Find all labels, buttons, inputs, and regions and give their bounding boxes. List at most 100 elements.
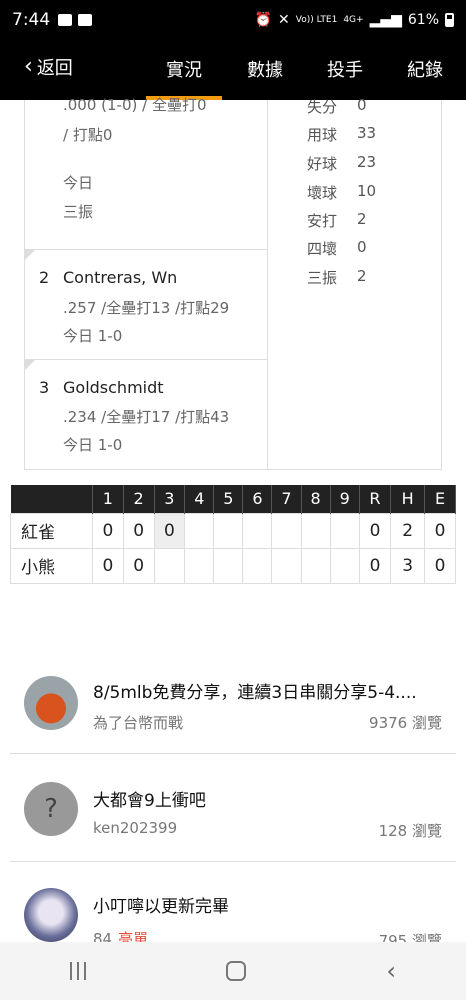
stat-label: 用球 xyxy=(307,126,338,144)
corner-marker xyxy=(25,360,35,370)
back-nav-icon[interactable]: ‹ xyxy=(386,957,396,985)
mute-icon: ✕ xyxy=(278,12,290,28)
recent-apps-button[interactable] xyxy=(70,962,87,980)
scoreboard-row-home: 小熊 0 0 0 3 0 xyxy=(10,547,456,584)
battery-percent: 61% xyxy=(407,12,439,28)
tab-stats[interactable]: 數據 xyxy=(247,56,283,82)
stat-value: 10 xyxy=(357,182,377,200)
header-cell: R xyxy=(359,485,392,513)
score-cell xyxy=(242,547,273,584)
errors-cell: 0 xyxy=(424,512,456,549)
header-cell: E xyxy=(424,485,456,513)
stat-value: 2 xyxy=(357,267,367,285)
post-views: 128 瀏覽 xyxy=(378,822,442,840)
post-item[interactable]: ? 大都會9上衝吧 ken202399 128 瀏覽 xyxy=(10,754,456,862)
stat-value: 33 xyxy=(357,124,377,142)
post-author: ken202399 xyxy=(93,819,178,837)
top-nav: ‹ 返回 實況 數據 投手 紀錄 xyxy=(0,40,466,100)
post-item[interactable]: 小叮嚀以更新完畢 84 亮單 795 瀏覽 xyxy=(10,862,456,952)
stat-value: 0 xyxy=(357,238,367,256)
system-nav-bar: ‹ xyxy=(0,942,466,1000)
stat-label: 壞球 xyxy=(307,184,338,202)
batter-name: Goldschmidt xyxy=(63,378,164,397)
score-cell: 0 xyxy=(122,547,155,584)
score-cell xyxy=(300,547,331,584)
check-icon xyxy=(78,14,93,26)
stat-value: 23 xyxy=(357,153,377,171)
batter-order: 2 xyxy=(39,268,50,287)
batter-today-label: 今日 xyxy=(63,174,94,192)
tab-pitcher[interactable]: 投手 xyxy=(327,56,363,82)
batter-season-stats: .000 (1-0) / 全壘打0 xyxy=(63,96,207,114)
score-cell xyxy=(300,512,331,549)
team-name: 小熊 xyxy=(10,547,93,584)
post-item[interactable]: 8/5mlb免費分享，連續3日串關分享5-4.... 為了台幣而戰 9376 瀏… xyxy=(10,654,456,754)
status-time: 7:44 xyxy=(12,10,51,30)
stat-label: 安打 xyxy=(307,212,338,230)
pitcher-stat-row: 用球 33 xyxy=(307,124,376,145)
tab-live[interactable]: 實況 xyxy=(146,56,222,100)
score-cell-current: 0 xyxy=(153,512,186,549)
pitcher-stat-row: 安打 2 xyxy=(307,210,367,231)
chevron-left-icon: ‹ xyxy=(24,54,33,79)
corner-marker xyxy=(25,250,35,260)
score-cell xyxy=(242,512,273,549)
batter-rbi: / 打點0 xyxy=(63,126,113,144)
header-cell: 4 xyxy=(184,485,215,513)
signal-icon: ▂▄▆ xyxy=(369,12,402,28)
stat-label: 失分 xyxy=(307,98,338,116)
header-cell: 2 xyxy=(123,485,155,513)
score-cell xyxy=(153,547,186,584)
post-title[interactable]: 小叮嚀以更新完畢 xyxy=(93,892,229,917)
stat-value: 0 xyxy=(357,96,367,114)
pitcher-stat-row: 壞球 10 xyxy=(307,182,376,203)
batter-season-stats: .257 /全壘打13 /打點29 xyxy=(63,299,230,317)
batter-item[interactable]: 2 Contreras, Wn .257 /全壘打13 /打點29 今日 1-0 xyxy=(25,250,268,360)
runs-cell: 0 xyxy=(358,512,392,549)
batter-list: .000 (1-0) / 全壘打0 / 打點0 今日 三振 2 Contrera… xyxy=(25,96,268,469)
tab-record[interactable]: 紀錄 xyxy=(407,56,443,82)
batter-item[interactable]: .000 (1-0) / 全壘打0 / 打點0 今日 三振 xyxy=(25,96,268,250)
stat-label: 三振 xyxy=(307,269,338,287)
hits-cell: 3 xyxy=(390,547,426,584)
header-cell: 7 xyxy=(271,485,302,513)
score-cell: 0 xyxy=(122,512,155,549)
header-cell: H xyxy=(390,485,426,513)
stat-label: 好球 xyxy=(307,155,338,173)
batter-item[interactable]: 3 Goldschmidt .234 /全壘打17 /打點43 今日 1-0 xyxy=(25,360,268,469)
battery-icon xyxy=(445,13,454,27)
header-cell: 5 xyxy=(213,485,244,513)
avatar-car xyxy=(24,676,78,730)
scoreboard-header: 1 2 3 4 5 6 7 8 9 R H E xyxy=(10,485,456,513)
back-button[interactable]: ‹ 返回 xyxy=(24,54,73,80)
post-title[interactable]: 大都會9上衝吧 xyxy=(93,786,206,811)
avatar-anime xyxy=(24,888,78,942)
stat-label: 四壞 xyxy=(307,240,338,258)
scoreboard: 1 2 3 4 5 6 7 8 9 R H E 紅雀 0 0 0 0 2 0 小… xyxy=(10,485,456,584)
batter-today: 今日 1-0 xyxy=(63,436,123,454)
team-name: 紅雀 xyxy=(10,512,93,549)
batter-today-result: 三振 xyxy=(63,203,94,221)
score-cell xyxy=(329,512,360,549)
batter-season-stats: .234 /全壘打17 /打點43 xyxy=(63,408,230,426)
hits-cell: 2 xyxy=(390,512,426,549)
pitcher-stat-row: 四壞 0 xyxy=(307,238,367,259)
header-cell: 3 xyxy=(154,485,186,513)
score-cell xyxy=(271,547,302,584)
score-cell xyxy=(184,512,215,549)
post-views: 9376 瀏覽 xyxy=(369,714,442,732)
matchup-card: .000 (1-0) / 全壘打0 / 打點0 今日 三振 2 Contrera… xyxy=(24,96,442,470)
score-cell: 0 xyxy=(92,512,124,549)
score-cell: 0 xyxy=(92,547,124,584)
score-cell xyxy=(213,512,244,549)
mail-icon xyxy=(58,14,73,26)
header-cell: 9 xyxy=(330,485,360,513)
header-cell: 1 xyxy=(92,485,124,513)
network-indicator: 4G+ xyxy=(343,14,364,25)
stat-value: 2 xyxy=(357,210,367,228)
batter-name: Contreras, Wn xyxy=(63,268,178,287)
home-button[interactable] xyxy=(226,961,247,981)
default-avatar-icon: ? xyxy=(24,782,78,836)
pitcher-stat-row: 好球 23 xyxy=(307,153,376,174)
post-title[interactable]: 8/5mlb免費分享，連續3日串關分享5-4.... xyxy=(93,678,417,703)
